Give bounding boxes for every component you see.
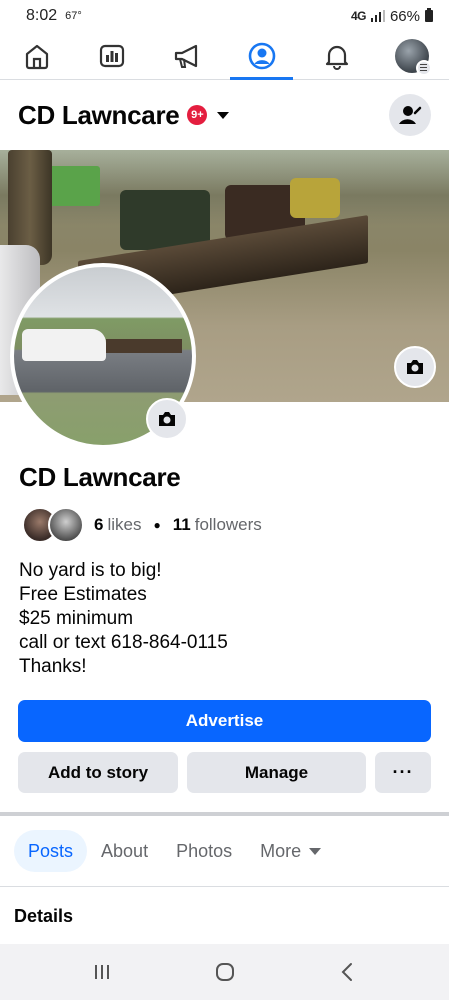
cover-mower bbox=[290, 178, 340, 218]
notification-badge: 9+ bbox=[187, 105, 208, 125]
tab-photos[interactable]: Photos bbox=[162, 830, 246, 872]
bio-line: $25 minimum bbox=[19, 608, 134, 629]
nav-menu[interactable] bbox=[374, 32, 449, 79]
top-navigation bbox=[0, 32, 449, 80]
tab-about[interactable]: About bbox=[87, 830, 162, 872]
add-to-story-button[interactable]: Add to story bbox=[18, 752, 178, 793]
status-temperature: 67° bbox=[65, 10, 82, 22]
page-header: CD Lawncare 9+ bbox=[18, 92, 431, 138]
signal-icon bbox=[370, 10, 385, 22]
chevron-down-icon bbox=[309, 847, 322, 855]
system-navigation-bar bbox=[0, 944, 449, 1000]
likes-count: 6 bbox=[94, 515, 104, 534]
tabs-divider bbox=[0, 886, 449, 887]
camera-icon bbox=[159, 412, 175, 426]
details-heading: Details bbox=[14, 906, 74, 926]
cover-mower bbox=[120, 190, 210, 250]
bio-line: No yard is to big! bbox=[19, 560, 162, 581]
profile-tabs: Posts About Photos More bbox=[14, 830, 335, 872]
manage-button[interactable]: Manage bbox=[187, 752, 366, 793]
likes-label: likes bbox=[107, 515, 142, 534]
stats-text: 6 likes ● 11 followers bbox=[94, 515, 262, 535]
status-time: 8:02 bbox=[26, 7, 58, 24]
nav-notifications[interactable] bbox=[299, 32, 374, 79]
stats-separator: ● bbox=[153, 518, 161, 532]
bell-icon bbox=[325, 45, 348, 70]
edit-cover-button[interactable] bbox=[394, 346, 436, 388]
battery-percent: 66% bbox=[389, 7, 420, 25]
followers-count: 11 bbox=[172, 515, 191, 534]
tab-posts[interactable]: Posts bbox=[14, 830, 88, 872]
network-type: 4G bbox=[350, 9, 367, 23]
follower-avatar bbox=[48, 507, 84, 543]
switch-profile-button[interactable] bbox=[389, 94, 431, 136]
bio-line: Free Estimates bbox=[19, 584, 147, 605]
camera-icon bbox=[407, 360, 423, 374]
menu-avatar-icon bbox=[394, 38, 432, 76]
tab-more[interactable]: More bbox=[246, 830, 335, 872]
menu-icon bbox=[415, 59, 432, 76]
nav-profile[interactable] bbox=[224, 32, 299, 80]
recent-apps-icon[interactable] bbox=[89, 959, 115, 985]
status-right: 4G 66% bbox=[351, 8, 433, 25]
nav-insights[interactable] bbox=[75, 32, 150, 79]
profile-name: CD Lawncare bbox=[19, 462, 181, 492]
profile-trailer bbox=[106, 339, 182, 353]
chevron-down-icon[interactable] bbox=[217, 111, 230, 119]
person-edit-icon bbox=[399, 106, 422, 124]
bio-line: call or text 618-864-0115 bbox=[19, 632, 228, 653]
profile-truck bbox=[22, 329, 106, 361]
status-bar: 8:02 67° 4G 66% bbox=[0, 0, 449, 32]
edit-profile-picture-button[interactable] bbox=[146, 398, 188, 440]
profile-stats[interactable]: 6 likes ● 11 followers bbox=[22, 506, 262, 544]
back-icon[interactable] bbox=[335, 959, 361, 985]
home-button-icon[interactable] bbox=[212, 959, 238, 985]
insights-icon bbox=[100, 44, 125, 67]
section-divider bbox=[0, 812, 449, 816]
profile-icon bbox=[248, 42, 276, 69]
profile-bio: No yard is to big! Free Estimates $25 mi… bbox=[19, 559, 228, 679]
bio-line: Thanks! bbox=[19, 656, 87, 677]
nav-home[interactable] bbox=[0, 32, 75, 79]
home-icon bbox=[26, 44, 49, 69]
nav-ads[interactable] bbox=[150, 32, 225, 79]
more-options-button[interactable]: ··· bbox=[375, 752, 431, 793]
page-title[interactable]: CD Lawncare bbox=[18, 100, 180, 131]
tab-more-label: More bbox=[260, 840, 302, 861]
followers-label: followers bbox=[194, 515, 262, 534]
advertise-button[interactable]: Advertise bbox=[18, 700, 431, 742]
megaphone-icon bbox=[174, 44, 198, 68]
battery-icon bbox=[425, 8, 433, 22]
